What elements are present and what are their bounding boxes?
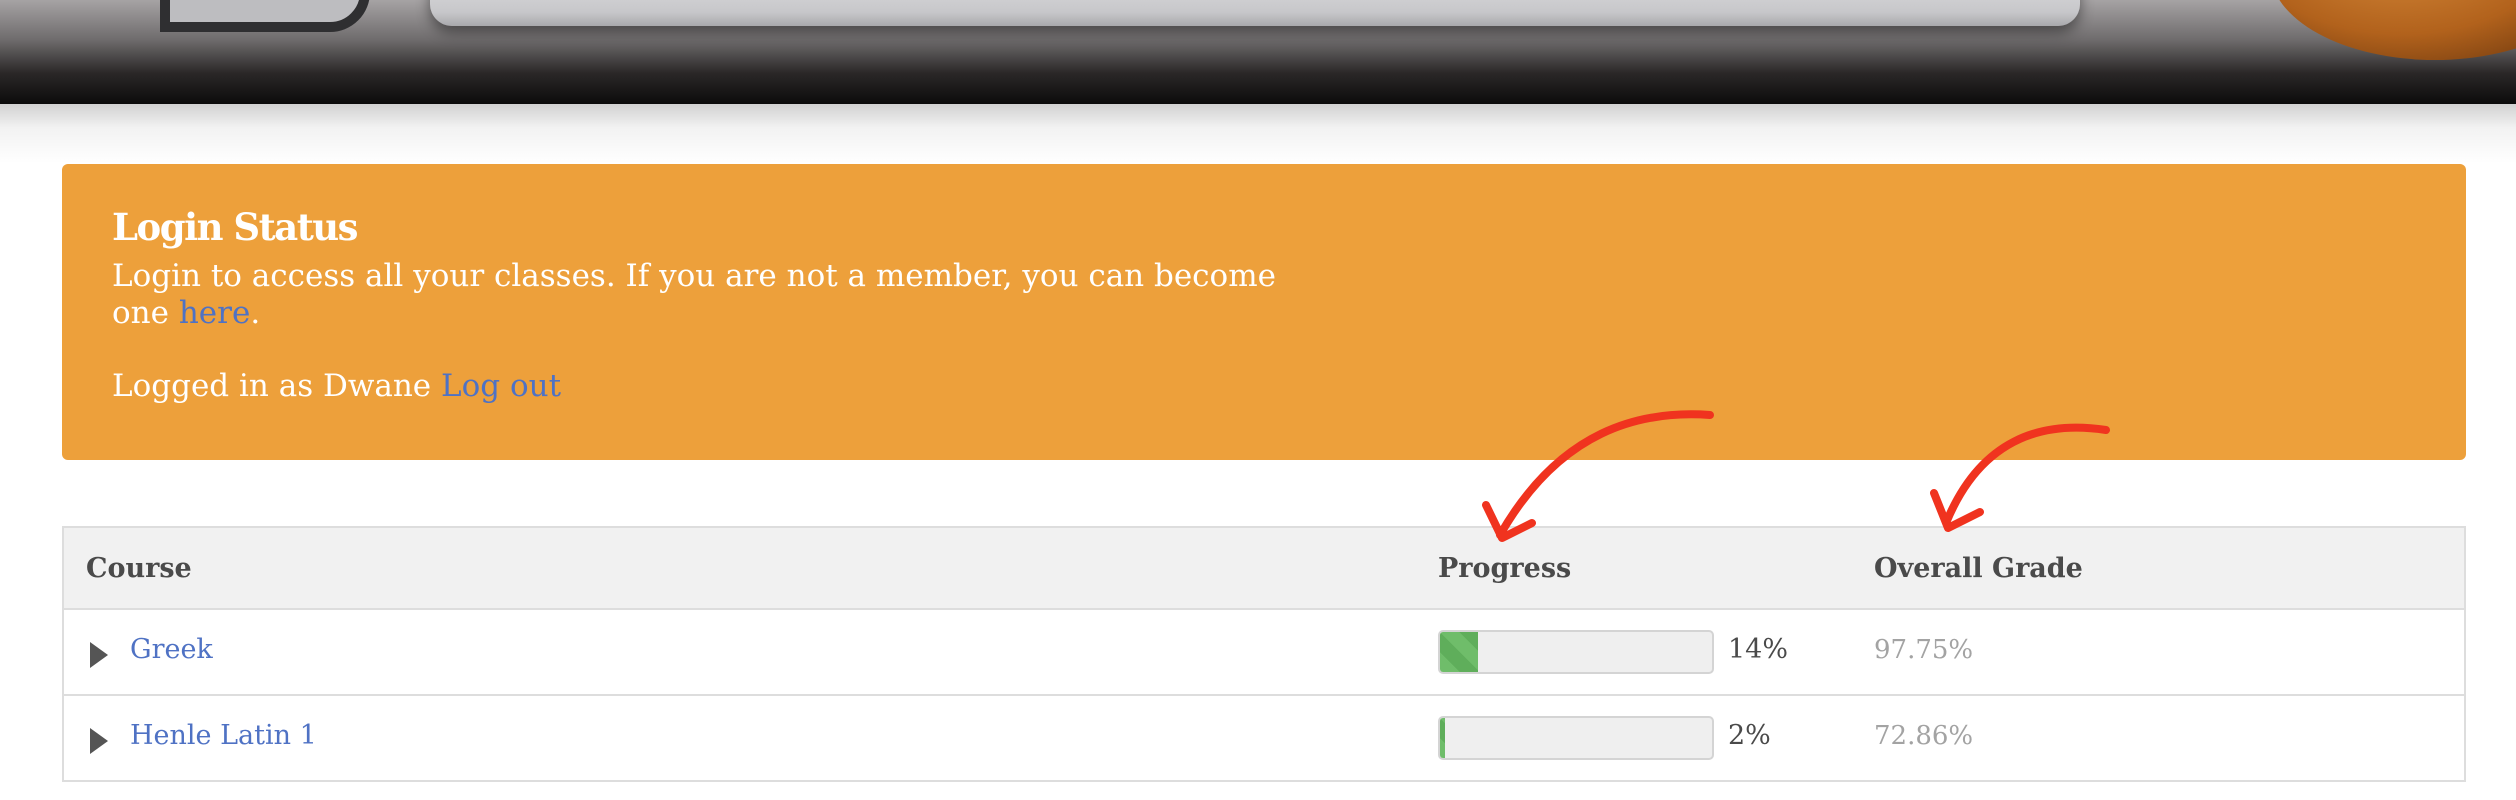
progress-percent: 14% xyxy=(1728,634,1789,665)
login-status-panel: Login Status Login to access all your cl… xyxy=(62,164,2466,460)
course-column-header: Course xyxy=(86,553,192,584)
table-header: Course Progress Overall Grade xyxy=(64,528,2464,610)
login-status-title: Login Status xyxy=(112,205,359,249)
table-row: Greek 14% 97.75% xyxy=(64,610,2464,696)
hero-shadow xyxy=(0,104,2516,164)
login-message-text: Login to access all your classes. If you… xyxy=(112,258,1276,331)
grade-column-header: Overall Grade xyxy=(1874,553,2083,584)
progress-bar-fill xyxy=(1440,718,1446,758)
course-link[interactable]: Henle Latin 1 xyxy=(130,696,317,776)
progress-bar xyxy=(1438,716,1714,760)
progress-bar xyxy=(1438,630,1714,674)
course-table: Course Progress Overall Grade Greek 14% … xyxy=(62,526,2466,782)
overall-grade: 72.86% xyxy=(1874,721,1974,751)
course-link[interactable]: Greek xyxy=(130,610,213,690)
triangle-right-icon[interactable] xyxy=(90,728,108,754)
progress-percent: 2% xyxy=(1728,720,1771,751)
login-message-period: . xyxy=(250,295,261,331)
laptop-image xyxy=(430,0,2080,26)
logged-in-line: Logged in as Dwane Log out xyxy=(112,368,2466,405)
logout-link[interactable]: Log out xyxy=(441,368,561,404)
become-member-link[interactable]: here xyxy=(179,295,250,331)
progress-column-header: Progress xyxy=(1438,553,1572,584)
progress-bar-fill xyxy=(1440,632,1479,672)
triangle-right-icon[interactable] xyxy=(90,642,108,668)
overall-grade: 97.75% xyxy=(1874,635,1974,665)
bowl-image xyxy=(2270,0,2516,60)
phone-image xyxy=(160,0,370,32)
hero-banner xyxy=(0,0,2516,104)
table-row: Henle Latin 1 2% 72.86% xyxy=(64,696,2464,782)
logged-in-text: Logged in as Dwane xyxy=(112,368,441,404)
login-status-message: Login to access all your classes. If you… xyxy=(112,258,1332,332)
